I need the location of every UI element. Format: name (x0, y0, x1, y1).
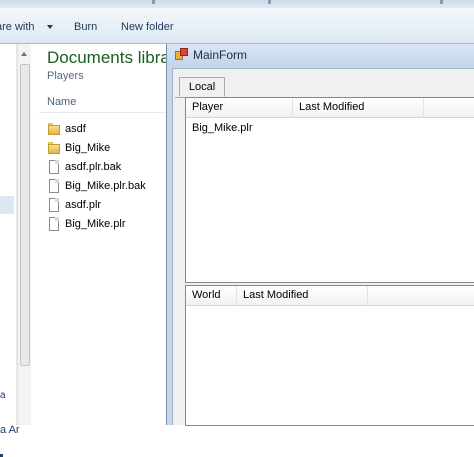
mainform-window: MainForm Local Player Last Modified Big_… (166, 44, 474, 426)
listview-header: Player Last Modified (186, 98, 474, 118)
navpane-scrollbar[interactable] (17, 44, 32, 425)
dialog-client-area: Local Player Last Modified Big_Mike.plr … (172, 68, 474, 426)
nav-item-fragment[interactable]: a (0, 390, 6, 401)
border-mark (152, 0, 155, 4)
app-icon[interactable] (175, 48, 189, 61)
file-name: asdf (65, 123, 86, 135)
column-header-last-modified[interactable]: Last Modified (293, 98, 424, 117)
burn-button[interactable]: Burn (74, 21, 97, 33)
list-item[interactable]: asdf.plr.bak (47, 159, 146, 175)
library-subtitle[interactable]: Players (47, 70, 84, 82)
file-name: Big_Mike.plr (65, 218, 126, 230)
border-mark (440, 0, 443, 4)
list-item[interactable]: asdf.plr (47, 197, 146, 213)
divider (39, 112, 169, 113)
list-item[interactable]: Big_Mike (47, 140, 146, 156)
new-folder-button[interactable]: New folder (121, 21, 174, 33)
explorer-toolbar: are with Burn New folder (0, 8, 474, 44)
scroll-up-icon[interactable] (21, 52, 27, 56)
library-title: Documents libra (47, 48, 170, 67)
tab-strip: Local (175, 73, 474, 98)
column-header-name[interactable]: Name (47, 96, 76, 108)
chevron-down-icon[interactable] (47, 25, 53, 29)
column-header-world[interactable]: World (186, 286, 237, 305)
column-header-last-modified[interactable]: Last Modified (237, 286, 368, 305)
file-list: asdf Big_Mike asdf.plr.bak Big_Mike.plr.… (47, 121, 146, 235)
scrollbar-thumb[interactable] (20, 64, 30, 366)
column-header-empty[interactable] (368, 286, 474, 305)
title-bar[interactable]: MainForm (167, 44, 474, 66)
navigation-pane: a a Ar (0, 44, 20, 457)
document-icon (47, 179, 61, 193)
table-row[interactable]: Big_Mike.plr (192, 122, 253, 134)
file-name: asdf.plr (65, 199, 102, 211)
share-with-button[interactable]: are with (0, 21, 35, 33)
listview-header: World Last Modified (186, 286, 474, 306)
list-item[interactable]: Big_Mike.plr (47, 216, 146, 232)
list-item[interactable]: asdf (47, 121, 146, 137)
file-name: Big_Mike (65, 142, 111, 154)
folder-icon (47, 122, 61, 136)
document-icon (47, 198, 61, 212)
nav-selected-item[interactable] (0, 196, 14, 214)
tab-local[interactable]: Local (179, 77, 225, 97)
file-name: asdf.plr.bak (65, 161, 122, 173)
list-item[interactable]: Big_Mike.plr.bak (47, 178, 146, 194)
column-header-player[interactable]: Player (186, 98, 293, 117)
file-name: Big_Mike.plr.bak (65, 180, 146, 192)
file-list-pane: Documents libra Players Name asdf Big_Mi… (31, 44, 176, 425)
document-icon (47, 160, 61, 174)
nav-item-fragment[interactable]: a Ar (0, 424, 20, 436)
window-title: MainForm (193, 48, 248, 62)
document-icon (47, 217, 61, 231)
players-listview[interactable]: Player Last Modified Big_Mike.plr (185, 97, 474, 283)
column-header-empty[interactable] (424, 98, 474, 117)
worlds-listview[interactable]: World Last Modified (185, 285, 474, 426)
explorer-top-border (0, 0, 474, 8)
folder-icon (47, 141, 61, 155)
border-mark (268, 0, 271, 4)
